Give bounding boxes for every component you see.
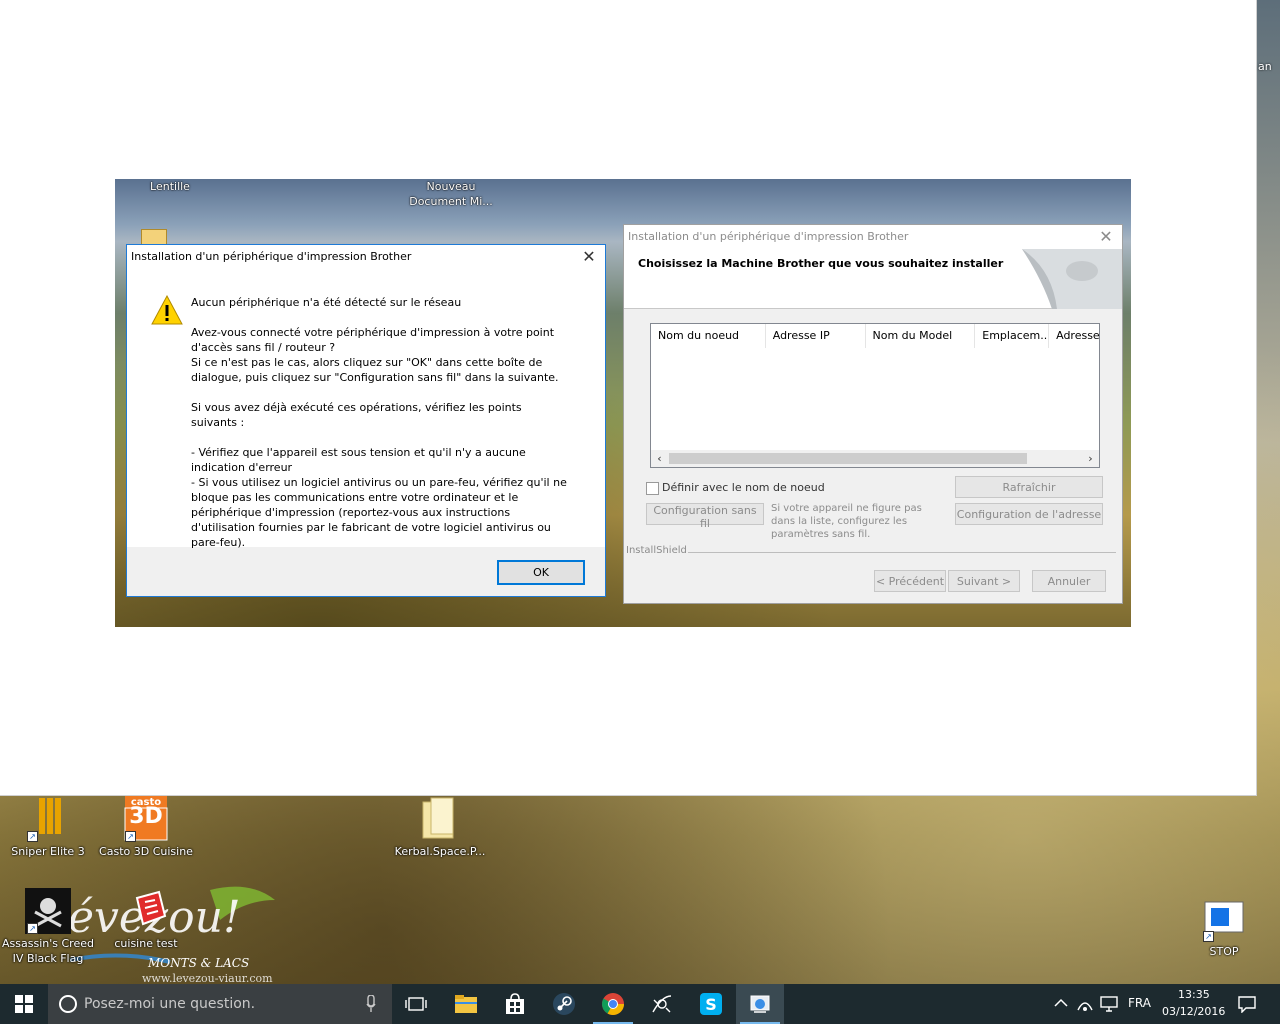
taskbar-chrome[interactable]	[589, 984, 637, 1024]
stop-window-icon: ↗	[1201, 896, 1247, 942]
inner-folder-icon	[141, 229, 167, 245]
desktop-icon-label: Assassin's Creed IV Black Flag	[2, 937, 94, 965]
back-button[interactable]: < Précédent	[874, 570, 946, 592]
warning-icon	[151, 294, 183, 325]
taskbar: Posez-moi une question. S FRA 13:35 03/1…	[0, 984, 1280, 1024]
steam-icon	[553, 993, 575, 1015]
address-config-button[interactable]: Configuration de l'adresse	[955, 503, 1103, 525]
message-headline: Aucun périphérique n'a été détecté sur l…	[191, 296, 462, 309]
shortcut-arrow-icon: ↗	[125, 831, 136, 842]
chevron-up-icon[interactable]	[1054, 998, 1068, 1008]
scroll-right-icon[interactable]: ›	[1082, 450, 1099, 467]
wizard-title: Installation d'un périphérique d'impress…	[624, 225, 1122, 249]
column-ip-address[interactable]: Adresse IP	[766, 324, 866, 348]
windows-logo-icon	[15, 995, 33, 1013]
display-icon[interactable]	[1100, 996, 1118, 1012]
horizontal-scrollbar[interactable]: ‹ ›	[651, 450, 1099, 467]
desktop-icon-label: STOP	[1209, 945, 1239, 958]
message-paragraph-1: Avez-vous connecté votre périphérique d'…	[191, 326, 559, 384]
column-node-name[interactable]: Nom du noeud	[651, 324, 766, 348]
clock-date[interactable]: 03/12/2016	[1162, 1005, 1225, 1018]
clock-time[interactable]: 13:35	[1178, 988, 1210, 1001]
desktop-icon-label: cuisine test	[114, 937, 178, 950]
assassins-creed-icon: ↗	[25, 888, 71, 934]
desktop-icon-casto-3d[interactable]: casto 3D ↗ Casto 3D Cuisine	[98, 796, 194, 859]
taskbar-file-explorer[interactable]	[442, 984, 490, 1024]
cancel-button[interactable]: Annuler	[1032, 570, 1106, 592]
taskbar-store[interactable]	[491, 984, 539, 1024]
desktop-icon-cuisine-test[interactable]: cuisine test	[98, 888, 194, 951]
column-address[interactable]: Adresse	[1049, 324, 1099, 348]
ok-button[interactable]: OK	[497, 560, 585, 585]
casto-badge-main: 3D	[129, 804, 163, 829]
message-paragraph-3: - Vérifiez que l'appareil est sous tensi…	[191, 446, 567, 549]
inner-icon-nouveau-document: Nouveau Document Mi...	[409, 180, 493, 208]
desktop-icon-label: Casto 3D Cuisine	[99, 845, 193, 858]
cortana-search-box[interactable]: Posez-moi une question.	[48, 984, 392, 1024]
device-list-header: Nom du noeud Adresse IP Nom du Model Emp…	[651, 324, 1099, 348]
sketchup-icon	[123, 888, 169, 934]
wireless-config-button[interactable]: Configuration sans fil	[646, 503, 764, 530]
dialog-message: Aucun périphérique n'a été détecté sur l…	[191, 295, 571, 565]
edge-text: an	[1258, 60, 1272, 73]
dialog-body: Aucun périphérique n'a été détecté sur l…	[127, 269, 605, 549]
action-center-icon[interactable]	[1238, 995, 1256, 1013]
desktop-icon-kerbal[interactable]: Kerbal.Space.P...	[392, 796, 488, 859]
node-name-checkbox[interactable]	[646, 482, 659, 495]
task-view-icon	[405, 997, 427, 1011]
cortana-icon	[59, 995, 77, 1013]
taskbar-steam[interactable]	[540, 984, 588, 1024]
close-icon[interactable]: ✕	[579, 247, 599, 267]
skype-icon: S	[700, 993, 722, 1015]
brother-wizard-dialog: Installation d'un périphérique d'impress…	[623, 224, 1123, 604]
sniper-elite-icon: ↗	[25, 796, 71, 842]
refresh-button[interactable]: Rafraîchir	[955, 476, 1103, 498]
device-list[interactable]: Nom du noeud Adresse IP Nom du Model Emp…	[650, 323, 1100, 468]
message-paragraph-2: Si vous avez déjà exécuté ces opérations…	[191, 401, 522, 429]
shortcut-arrow-icon: ↗	[1203, 931, 1214, 942]
satellite-icon	[652, 995, 672, 1013]
casto-3d-icon: casto 3D ↗	[123, 796, 169, 842]
no-device-dialog: Installation d'un périphérique d'impress…	[126, 244, 606, 597]
close-icon[interactable]: ✕	[1096, 227, 1116, 247]
dialog-title: Installation d'un périphérique d'impress…	[127, 245, 605, 269]
folder-icon	[417, 796, 463, 842]
desktop-icon-stop[interactable]: ↗ STOP	[1176, 896, 1272, 959]
start-button[interactable]	[0, 984, 48, 1024]
network-icon[interactable]	[1076, 996, 1094, 1012]
wizard-header: Choisissez la Machine Brother que vous s…	[624, 249, 1122, 309]
next-button[interactable]: Suivant >	[948, 570, 1020, 592]
scroll-thumb[interactable]	[669, 453, 1027, 464]
store-icon	[506, 993, 524, 1014]
page-curl-icon	[1012, 249, 1122, 309]
desktop-icon-assassins-creed[interactable]: ↗ Assassin's Creed IV Black Flag	[0, 888, 96, 966]
taskbar-satellite-app[interactable]	[638, 984, 686, 1024]
search-placeholder: Posez-moi une question.	[84, 996, 256, 1012]
wizard-heading: Choisissez la Machine Brother que vous s…	[638, 257, 1004, 270]
chrome-icon	[602, 993, 624, 1015]
taskbar-installer[interactable]	[736, 984, 784, 1024]
microphone-icon[interactable]	[366, 995, 376, 1013]
svg-text:S: S	[705, 995, 717, 1014]
column-model-name[interactable]: Nom du Model	[866, 324, 976, 348]
brand-divider	[688, 552, 1116, 553]
task-view-button[interactable]	[392, 984, 440, 1024]
shortcut-arrow-icon: ↗	[27, 831, 38, 842]
wireless-hint: Si votre appareil ne figure pas dans la …	[771, 503, 922, 540]
file-explorer-icon	[455, 995, 477, 1013]
language-indicator[interactable]: FRA	[1128, 996, 1151, 1010]
desktop-icon-label: Sniper Elite 3	[11, 845, 85, 858]
installshield-brand: InstallShield	[626, 545, 687, 556]
shortcut-arrow-icon: ↗	[27, 923, 38, 934]
installer-icon	[750, 995, 770, 1013]
desktop-icon-label: Kerbal.Space.P...	[394, 845, 486, 858]
watermark-sub: MONTS & LACS	[148, 956, 250, 970]
desktop-icon-sniper-elite[interactable]: ↗ Sniper Elite 3	[0, 796, 96, 859]
column-location[interactable]: Emplacem...	[975, 324, 1050, 348]
taskbar-skype[interactable]: S	[687, 984, 735, 1024]
scroll-left-icon[interactable]: ‹	[651, 450, 668, 467]
inner-icon-lentille: Lentille	[150, 180, 190, 193]
node-name-checkbox-label: Définir avec le nom de noeud	[662, 481, 825, 494]
